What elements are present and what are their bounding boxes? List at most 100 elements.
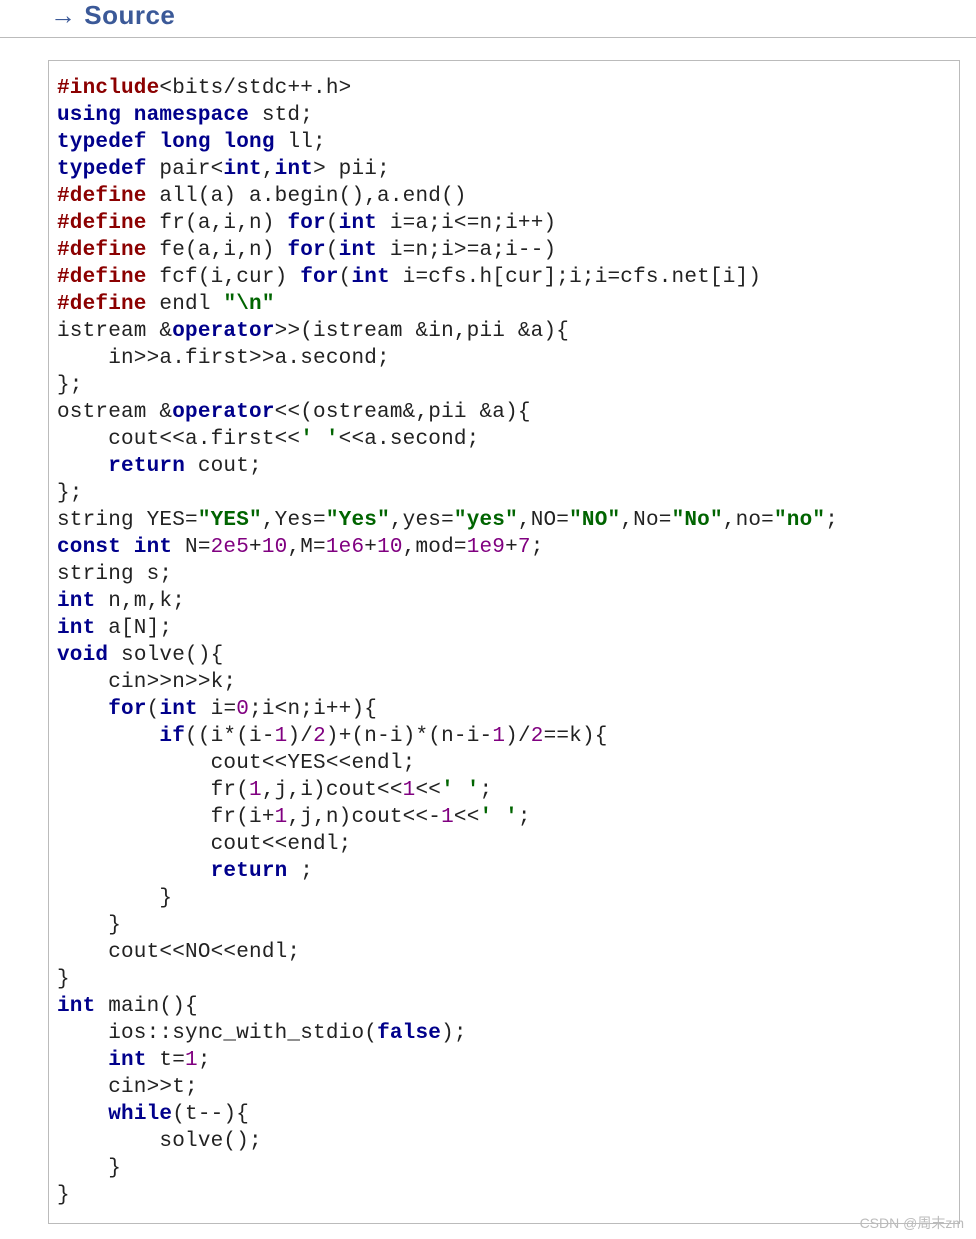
code-token: ==k){ (544, 725, 608, 748)
code-token: ,j,n)cout<<- (287, 806, 441, 829)
code-token: 1 (275, 806, 288, 829)
code-token: "NO" (569, 509, 620, 532)
code-token: 1 (249, 779, 262, 802)
code-token: ; (287, 860, 313, 883)
code-token: 1e9 (467, 536, 505, 559)
code-token: i=a;i<=n;i++) (377, 212, 556, 235)
code-token: all(a) a.begin(),a.end() (147, 185, 467, 208)
code-token: operator (172, 401, 274, 424)
code-token: 2e5 (211, 536, 249, 559)
code-token: 1 (275, 725, 288, 748)
code-token: ,no= (723, 509, 774, 532)
code-token: ,Yes= (262, 509, 326, 532)
code-token: 1 (492, 725, 505, 748)
code-token: cin>>t; (57, 1076, 198, 1099)
section-header: → Source (0, 0, 976, 37)
code-token: while (108, 1103, 172, 1126)
code-token: } (57, 887, 172, 910)
code-token: const int (57, 536, 172, 559)
code-token: int (57, 617, 95, 640)
code-token: ,mod= (403, 536, 467, 559)
code-token: n,m,k; (95, 590, 185, 613)
code-token: #define (57, 239, 147, 262)
code-token: typedef long long (57, 131, 275, 154)
code-token: <<a.second; (339, 428, 480, 451)
code-token: ; (518, 806, 531, 829)
code-token: ' ' (441, 779, 479, 802)
code-token: ' ' (480, 806, 518, 829)
code-token: <<(ostream&,pii &a){ (275, 401, 531, 424)
source-code: #include<bits/stdc++.h> using namespace … (57, 75, 951, 1209)
code-token: (t--){ (172, 1103, 249, 1126)
code-token: "Yes" (326, 509, 390, 532)
code-token: solve(); (57, 1130, 262, 1153)
code-token: pair< (147, 158, 224, 181)
code-token: 1 (403, 779, 416, 802)
code-token: int (339, 239, 377, 262)
code-token: #define (57, 185, 147, 208)
code-token: )/ (287, 725, 313, 748)
code-token (57, 860, 211, 883)
code-token: ,j,i)cout<< (262, 779, 403, 802)
watermark: CSDN @周末zm (860, 1213, 964, 1233)
code-token: for (287, 212, 325, 235)
code-token: ( (147, 698, 160, 721)
code-token: "\n" (223, 293, 274, 316)
code-token: )+(n-i)*(n-i- (326, 725, 492, 748)
code-token: false (377, 1022, 441, 1045)
code-token: for (300, 266, 338, 289)
code-token: << (415, 779, 441, 802)
code-token: t= (147, 1049, 185, 1072)
code-token: typedef (57, 158, 147, 181)
code-token: ( (339, 266, 352, 289)
code-token: i= (198, 698, 236, 721)
code-token: std; (249, 104, 313, 127)
code-token: for (108, 698, 146, 721)
code-token: ios::sync_with_stdio( (57, 1022, 377, 1045)
code-token: main(){ (95, 995, 197, 1018)
code-token: ,M= (287, 536, 325, 559)
code-token: 7 (518, 536, 531, 559)
code-token: 2 (313, 725, 326, 748)
code-token: void (57, 644, 108, 667)
code-token: cout<<endl; (57, 833, 351, 856)
code-token: int (57, 590, 95, 613)
code-token: using namespace (57, 104, 249, 127)
code-token: ll; (275, 131, 326, 154)
code-token: ,yes= (390, 509, 454, 532)
code-token: cout<<a.first<< (57, 428, 300, 451)
code-token: N= (172, 536, 210, 559)
code-block: #include<bits/stdc++.h> using namespace … (48, 60, 960, 1224)
code-token: ,NO= (518, 509, 569, 532)
code-token: } (57, 1184, 70, 1207)
code-token (57, 1103, 108, 1126)
code-token: + (249, 536, 262, 559)
divider (0, 37, 976, 38)
code-token (57, 1049, 108, 1072)
code-token: int (159, 698, 197, 721)
code-token: 2 (531, 725, 544, 748)
code-token: ; (825, 509, 838, 532)
code-token: 10 (377, 536, 403, 559)
code-token: return (108, 455, 185, 478)
code-token: > pii; (313, 158, 390, 181)
code-token: ;i<n;i++){ (249, 698, 377, 721)
code-token: solve(){ (108, 644, 223, 667)
code-token: fe(a,i,n) (147, 239, 288, 262)
code-token: int (223, 158, 261, 181)
code-token: ,No= (620, 509, 671, 532)
code-token: int (339, 212, 377, 235)
code-token: return (211, 860, 288, 883)
code-token: fcf(i,cur) (147, 266, 301, 289)
code-token: }; (57, 374, 83, 397)
code-token: }; (57, 482, 83, 505)
code-token: ; (198, 1049, 211, 1072)
code-token (57, 725, 159, 748)
code-token: int (351, 266, 389, 289)
code-token: << (454, 806, 480, 829)
code-token: fr(i+ (57, 806, 275, 829)
code-token: string YES= (57, 509, 198, 532)
code-token: in>>a.first>>a.second; (57, 347, 390, 370)
code-token: 0 (236, 698, 249, 721)
code-token: if (159, 725, 185, 748)
